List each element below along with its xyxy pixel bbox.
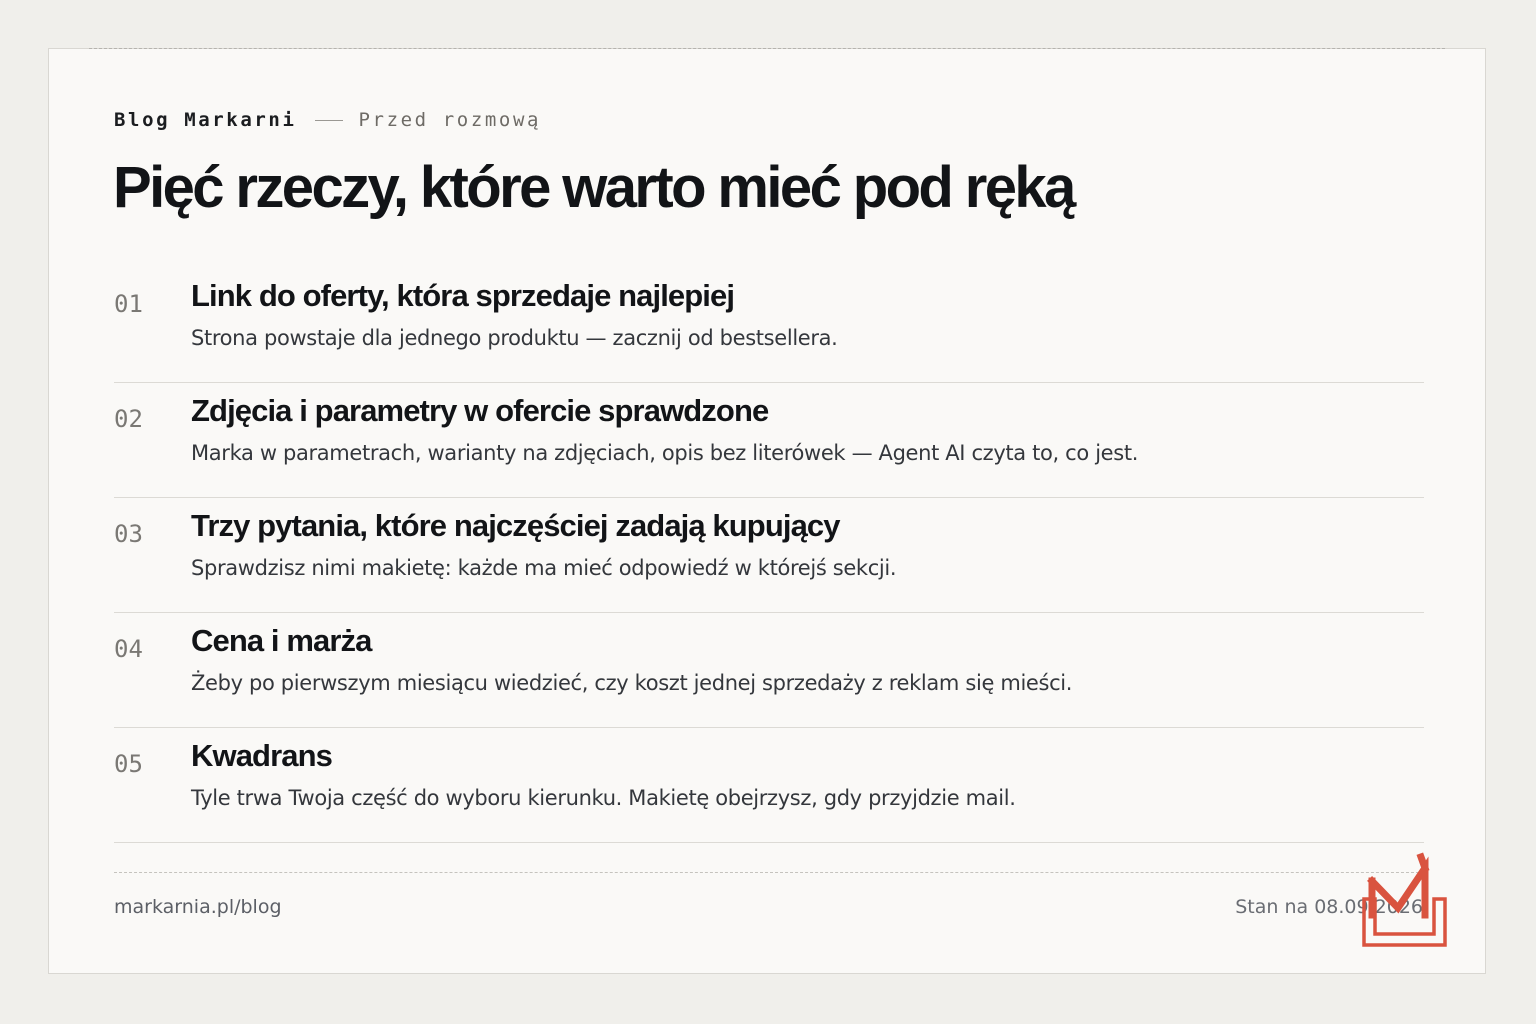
footer-dashed-divider xyxy=(114,872,1424,873)
item-title: Kwadrans xyxy=(191,738,333,773)
item-title: Zdjęcia i parametry w ofercie sprawdzone xyxy=(191,393,769,428)
checklist-item: 04 Cena i marża Żeby po pierwszym miesią… xyxy=(114,613,1424,728)
checklist-item: 03 Trzy pytania, które najczęściej zadaj… xyxy=(114,498,1424,613)
item-number: 02 xyxy=(114,405,143,433)
top-dashed-divider xyxy=(89,48,1445,49)
markarnia-m-logo-icon xyxy=(1362,852,1447,947)
breadcrumb: Blog Markarni Przed rozmową xyxy=(114,109,541,131)
item-number: 01 xyxy=(114,290,143,318)
item-title: Cena i marża xyxy=(191,623,372,658)
checklist-item: 01 Link do oferty, która sprzedaje najle… xyxy=(114,268,1424,383)
item-description: Marka w parametrach, warianty na zdjęcia… xyxy=(191,441,1139,465)
checklist-item: 05 Kwadrans Tyle trwa Twoja część do wyb… xyxy=(114,728,1424,843)
item-title: Trzy pytania, które najczęściej zadają k… xyxy=(191,508,841,543)
page-title: Pięć rzeczy, które warto mieć pod ręką xyxy=(113,155,1076,220)
item-description: Strona powstaje dla jednego produktu — z… xyxy=(191,326,838,350)
item-description: Żeby po pierwszym miesiącu wiedzieć, czy… xyxy=(191,671,1073,695)
checklist-item: 02 Zdjęcia i parametry w ofercie sprawdz… xyxy=(114,383,1424,498)
item-description: Tyle trwa Twoja część do wyboru kierunku… xyxy=(191,786,1016,810)
checklist: 01 Link do oferty, która sprzedaje najle… xyxy=(114,268,1424,843)
item-number: 03 xyxy=(114,520,143,548)
article-card: Blog Markarni Przed rozmową Pięć rzeczy,… xyxy=(48,48,1486,974)
item-number: 04 xyxy=(114,635,143,663)
section-label: Przed rozmową xyxy=(358,109,542,131)
logo-letter-m xyxy=(1367,852,1430,919)
logo-frame xyxy=(1362,897,1447,947)
item-description: Sprawdzisz nimi makietę: każde ma mieć o… xyxy=(191,556,897,580)
item-title: Link do oferty, która sprzedaje najlepie… xyxy=(191,278,735,313)
breadcrumb-separator xyxy=(314,119,343,121)
item-number: 05 xyxy=(114,750,143,778)
blog-brand-label: Blog Markarni xyxy=(114,109,297,131)
blog-url-link[interactable]: markarnia.pl/blog xyxy=(114,894,282,920)
